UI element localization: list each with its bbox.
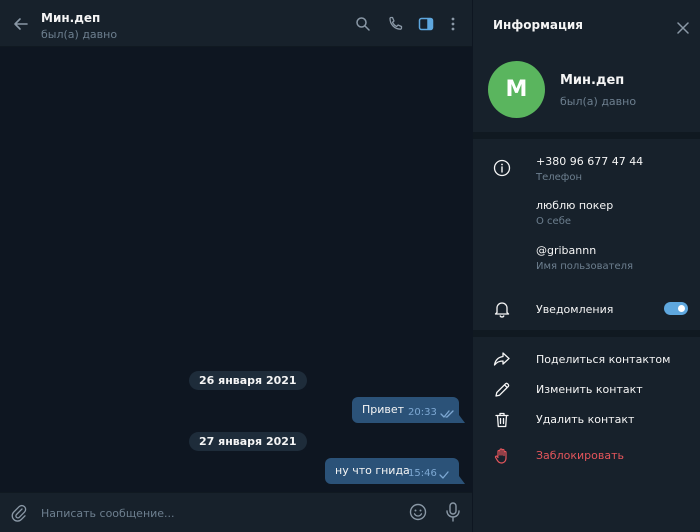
info-icon bbox=[493, 159, 511, 181]
message-time: 15:46 bbox=[408, 468, 437, 479]
username-label: Имя пользователя bbox=[536, 261, 634, 272]
date-separator: 26 января 2021 bbox=[189, 371, 307, 390]
block-user-button[interactable]: Заблокировать bbox=[473, 441, 700, 471]
avatar[interactable]: M bbox=[488, 61, 545, 118]
info-panel-title: Информация bbox=[493, 18, 583, 32]
message-input[interactable] bbox=[41, 504, 381, 522]
profile-name: Мин.деп bbox=[560, 73, 625, 88]
double-check-icon bbox=[440, 405, 456, 424]
info-panel: Информация M Мин.деп был(а) давно +380 9… bbox=[472, 0, 700, 532]
bubble-tail bbox=[459, 476, 465, 484]
search-icon[interactable] bbox=[355, 16, 371, 32]
date-separator: 27 января 2021 bbox=[189, 432, 307, 451]
message-bubble-outgoing[interactable]: ну что гнида 15:46 bbox=[325, 458, 465, 485]
phone-value[interactable]: +380 96 677 47 44 bbox=[536, 155, 643, 168]
share-icon bbox=[493, 351, 511, 371]
block-user-label: Заблокировать bbox=[536, 449, 624, 462]
notifications-label: Уведомления bbox=[536, 303, 614, 316]
attach-icon[interactable] bbox=[11, 504, 27, 526]
chat-header: Мин.деп был(а) давно bbox=[0, 0, 472, 47]
profile-status: был(а) давно bbox=[560, 95, 637, 108]
chat-pane: Мин.деп был(а) давно 26 января 2021 Прив… bbox=[0, 0, 472, 532]
microphone-icon[interactable] bbox=[445, 502, 461, 526]
username-value[interactable]: @gribannn bbox=[536, 244, 596, 257]
section-divider bbox=[473, 330, 700, 337]
sidebar-toggle-icon[interactable] bbox=[418, 16, 434, 32]
pencil-icon bbox=[493, 381, 511, 403]
message-text: ну что гнида bbox=[335, 464, 410, 477]
close-icon[interactable] bbox=[677, 19, 689, 38]
notifications-toggle[interactable] bbox=[664, 302, 688, 315]
edit-contact-button[interactable]: Изменить контакт bbox=[473, 375, 700, 405]
compose-bar bbox=[0, 492, 472, 532]
phone-icon[interactable] bbox=[387, 16, 403, 32]
message-bubble-outgoing[interactable]: Привет 20:33 bbox=[352, 397, 465, 424]
edit-contact-label: Изменить контакт bbox=[536, 383, 643, 396]
share-contact-button[interactable]: Поделиться контактом bbox=[473, 345, 700, 375]
emoji-icon[interactable] bbox=[409, 503, 427, 525]
trash-icon bbox=[493, 411, 511, 433]
section-divider bbox=[473, 132, 700, 139]
back-icon[interactable] bbox=[11, 14, 31, 34]
chat-status: был(а) давно bbox=[41, 28, 118, 41]
more-menu-icon[interactable] bbox=[445, 16, 461, 32]
bell-icon bbox=[493, 300, 511, 322]
share-contact-label: Поделиться контактом bbox=[536, 353, 671, 366]
phone-label: Телефон bbox=[536, 172, 583, 183]
check-icon bbox=[438, 466, 450, 485]
block-hand-icon bbox=[493, 447, 511, 469]
about-label: О себе bbox=[536, 216, 572, 227]
delete-contact-label: Удалить контакт bbox=[536, 413, 635, 426]
about-value: люблю покер bbox=[536, 199, 614, 212]
toggle-knob bbox=[676, 303, 687, 314]
message-time: 20:33 bbox=[408, 407, 437, 418]
delete-contact-button[interactable]: Удалить контакт bbox=[473, 405, 700, 435]
chat-title[interactable]: Мин.деп bbox=[41, 11, 100, 25]
bubble-tail bbox=[459, 415, 465, 423]
message-text: Привет bbox=[362, 403, 405, 416]
